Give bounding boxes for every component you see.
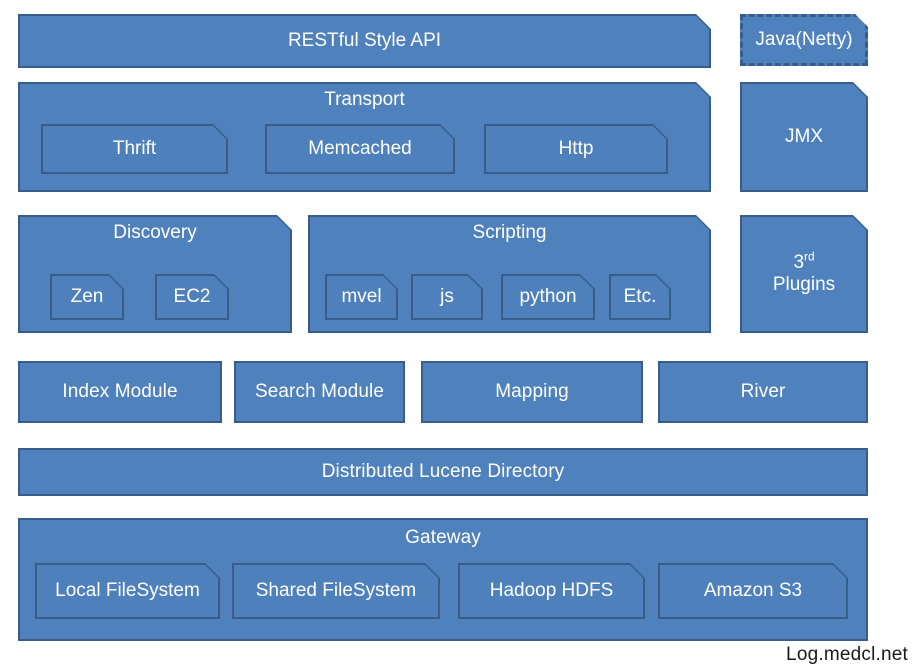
gateway-item-shared-filesystem[interactable]: Shared FileSystem: [232, 563, 440, 619]
gateway-item-label: Local FileSystem: [55, 579, 200, 601]
module-label: Mapping: [495, 381, 569, 403]
third-party-plugins-label: 3rd Plugins: [740, 215, 868, 333]
restful-style-api-box[interactable]: RESTful Style API: [18, 14, 711, 68]
jmx-box[interactable]: JMX: [740, 82, 868, 192]
gateway-label: Gateway: [405, 527, 481, 548]
scripting-item-label: js: [440, 285, 454, 307]
third-party-plugins-box[interactable]: 3rd Plugins: [740, 215, 868, 333]
plugins-word: Plugins: [772, 274, 836, 295]
module-label: Search Module: [254, 381, 385, 403]
gateway-item-label: Hadoop HDFS: [489, 579, 614, 601]
transport-item-http[interactable]: Http: [484, 124, 668, 174]
module-search-module[interactable]: Search Module: [234, 361, 405, 423]
jmx-label: JMX: [785, 125, 823, 147]
scripting-item-js[interactable]: js: [411, 274, 483, 320]
discovery-item-label: EC2: [173, 285, 211, 307]
scripting-item-label: python: [519, 285, 577, 307]
java-netty-box[interactable]: Java(Netty): [740, 14, 868, 66]
scripting-item-python[interactable]: python: [501, 274, 595, 320]
discovery-item-label: Zen: [70, 285, 104, 307]
scripting-item-label: mvel: [341, 285, 382, 307]
module-label: River: [740, 381, 786, 403]
discovery-item-ec2[interactable]: EC2: [155, 274, 229, 320]
gateway-item-hadoop-hdfs[interactable]: Hadoop HDFS: [458, 563, 645, 619]
restful-style-api-label: RESTful Style API: [287, 29, 442, 51]
plugins-number: 3: [793, 251, 805, 273]
java-netty-label: Java(Netty): [755, 28, 853, 50]
watermark: Log.medcl.net: [786, 644, 908, 665]
module-index-module[interactable]: Index Module: [18, 361, 222, 423]
scripting-item-etc[interactable]: Etc.: [609, 274, 671, 320]
scripting-item-mvel[interactable]: mvel: [325, 274, 398, 320]
transport-item-memcached[interactable]: Memcached: [265, 124, 455, 174]
gateway-item-label: Shared FileSystem: [255, 579, 417, 601]
transport-item-label: Http: [558, 137, 594, 159]
discovery-item-zen[interactable]: Zen: [50, 274, 124, 320]
gateway-item-local-filesystem[interactable]: Local FileSystem: [35, 563, 220, 619]
transport-item-thrift[interactable]: Thrift: [41, 124, 228, 174]
plugins-ordinal: rd: [804, 250, 815, 264]
distributed-lucene-directory-box[interactable]: Distributed Lucene Directory: [18, 448, 868, 496]
gateway-item-amazon-s3[interactable]: Amazon S3: [658, 563, 848, 619]
gateway-item-label: Amazon S3: [703, 579, 803, 601]
scripting-item-label: Etc.: [623, 285, 657, 307]
module-label: Index Module: [62, 381, 178, 403]
module-river[interactable]: River: [658, 361, 868, 423]
module-mapping[interactable]: Mapping: [421, 361, 643, 423]
distributed-lucene-directory-label: Distributed Lucene Directory: [321, 461, 565, 483]
transport-item-label: Thrift: [112, 137, 157, 159]
transport-item-label: Memcached: [308, 137, 412, 159]
architecture-diagram: RESTful Style API Java(Netty) Transport …: [0, 0, 920, 672]
